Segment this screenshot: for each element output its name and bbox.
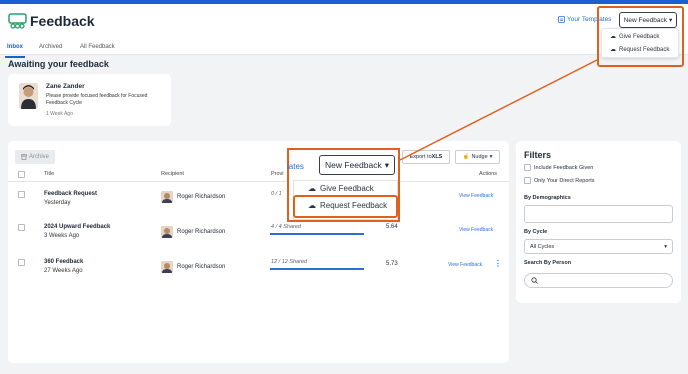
- score: 5.64: [386, 224, 398, 230]
- avatar: [19, 83, 38, 109]
- demographics-input[interactable]: [524, 205, 673, 223]
- recipient: Roger Richardson: [161, 226, 225, 238]
- by-cycle-label: By Cycle: [524, 229, 548, 235]
- view-feedback-link[interactable]: View Feedback: [459, 227, 493, 233]
- export-format: XLS: [431, 154, 443, 160]
- active-tab-indicator: [5, 56, 25, 58]
- requester-name: Zane Zander: [46, 83, 85, 90]
- caret-down-icon: ▾: [384, 159, 389, 170]
- table-row[interactable]: 2024 Upward Feedback 3 Weeks Ago Roger R…: [8, 217, 509, 251]
- person-search-input[interactable]: [524, 273, 673, 288]
- awaiting-heading: Awaiting your feedback: [8, 59, 109, 69]
- archive-icon: [21, 154, 27, 160]
- highlight-annotation: [597, 6, 684, 67]
- progress-text: 4 / 4 Shared: [271, 224, 301, 230]
- avatar: [161, 226, 173, 238]
- feedback-table-panel: Archive Export to XLS ☝ Nudge ▾ Title Re…: [8, 141, 509, 363]
- menu-item-give-feedback[interactable]: ☁ Give Feedback: [308, 184, 374, 193]
- row-checkbox[interactable]: [18, 191, 25, 198]
- tab-archived[interactable]: Archived: [39, 44, 62, 50]
- row-checkbox[interactable]: [18, 259, 25, 266]
- caret-down-icon: ▾: [664, 243, 667, 250]
- header-divider: [8, 181, 509, 182]
- tab-all-feedback[interactable]: All Feedback: [80, 44, 115, 50]
- include-given-label: Include Feedback Given: [534, 164, 594, 171]
- highlight-annotation: [293, 195, 398, 218]
- search-icon: [531, 277, 538, 284]
- feedback-logo-icon: [8, 13, 27, 29]
- feedback-request-card[interactable]: Zane Zander Please provide focused feedb…: [8, 74, 171, 126]
- recipient: Roger Richardson: [161, 261, 225, 273]
- archive-button[interactable]: Archive: [15, 150, 55, 164]
- progress-text: 0 / 1: [271, 191, 282, 197]
- new-feedback-label: New Feedback: [325, 160, 382, 170]
- row-subtitle: Yesterday: [44, 200, 71, 206]
- cycle-select[interactable]: All Cycles ▾: [524, 239, 673, 254]
- export-xls-button[interactable]: Export to XLS: [402, 150, 450, 164]
- nudge-label: Nudge: [471, 154, 488, 160]
- app-header: Feedback Your Templates New Feedback ▾ I…: [0, 4, 688, 58]
- nudge-icon: ☝: [462, 154, 470, 160]
- row-subtitle: 3 Weeks Ago: [44, 233, 80, 239]
- column-header-title: Title: [44, 171, 55, 177]
- recipient: Roger Richardson: [161, 191, 225, 203]
- template-icon: [558, 16, 565, 23]
- recipient-name: Roger Richardson: [177, 194, 226, 200]
- view-feedback-link[interactable]: View Feedback: [448, 262, 482, 268]
- table-row[interactable]: Feedback Request Yesterday Roger Richard…: [8, 183, 509, 217]
- caret-down-icon: ▾: [489, 154, 493, 160]
- column-header-recipient: Recipient: [161, 171, 184, 177]
- checkbox[interactable]: [524, 164, 531, 171]
- only-direct-toggle[interactable]: Only Your Direct Reports: [524, 177, 595, 184]
- new-feedback-button[interactable]: New Feedback ▾: [319, 155, 395, 175]
- request-time: 1 Week Ago: [46, 111, 73, 117]
- recipient-name: Roger Richardson: [177, 264, 226, 270]
- progress-text: 12 / 12 Shared: [271, 259, 308, 265]
- avatar: [161, 191, 173, 203]
- zoom-callout: lates New Feedback ▾ ☁ Give Feedback ☁ R…: [287, 148, 400, 222]
- row-title: Feedback Request: [44, 191, 98, 197]
- only-direct-label: Only Your Direct Reports: [534, 177, 595, 184]
- export-label: Export to: [409, 154, 432, 160]
- progress-bar: [270, 268, 364, 270]
- request-message: Please provide focused feedback for Focu…: [46, 93, 148, 106]
- tab-bar: Inbox Archived All Feedback: [0, 44, 300, 58]
- filters-panel: Filters Include Feedback Given Only Your…: [516, 141, 681, 303]
- avatar: [161, 261, 173, 273]
- row-checkbox[interactable]: [18, 224, 25, 231]
- archive-label: Archive: [28, 154, 49, 160]
- row-title: 360 Feedback: [44, 259, 84, 265]
- page-title: Feedback: [30, 13, 95, 29]
- progress-bar: [270, 233, 364, 235]
- score: 5.73: [386, 261, 398, 267]
- column-header-provider: Provi: [271, 171, 284, 177]
- row-title: 2024 Upward Feedback: [44, 224, 111, 230]
- give-feedback-label: Give Feedback: [320, 184, 374, 193]
- view-feedback-link[interactable]: View Feedback: [459, 193, 493, 199]
- cloud-download-icon: ☁: [308, 184, 316, 193]
- nudge-button[interactable]: ☝ Nudge ▾: [455, 150, 500, 164]
- row-subtitle: 27 Weeks Ago: [44, 268, 83, 274]
- tab-inbox[interactable]: Inbox: [7, 44, 23, 50]
- cycle-value: All Cycles: [530, 243, 555, 250]
- filters-title: Filters: [524, 150, 552, 160]
- search-person-label: Search By Person: [524, 260, 572, 266]
- templates-link-fragment[interactable]: lates: [287, 162, 304, 171]
- recipient-name: Roger Richardson: [177, 229, 226, 235]
- checkbox[interactable]: [524, 177, 531, 184]
- more-options-icon[interactable]: ⋮: [494, 259, 502, 268]
- column-header-actions: Actions: [479, 171, 498, 177]
- select-all-checkbox[interactable]: [18, 171, 25, 178]
- include-given-toggle[interactable]: Include Feedback Given: [524, 164, 593, 171]
- by-demographics-label: By Demographics: [524, 195, 571, 201]
- table-row[interactable]: 360 Feedback 27 Weeks Ago Roger Richards…: [8, 252, 509, 286]
